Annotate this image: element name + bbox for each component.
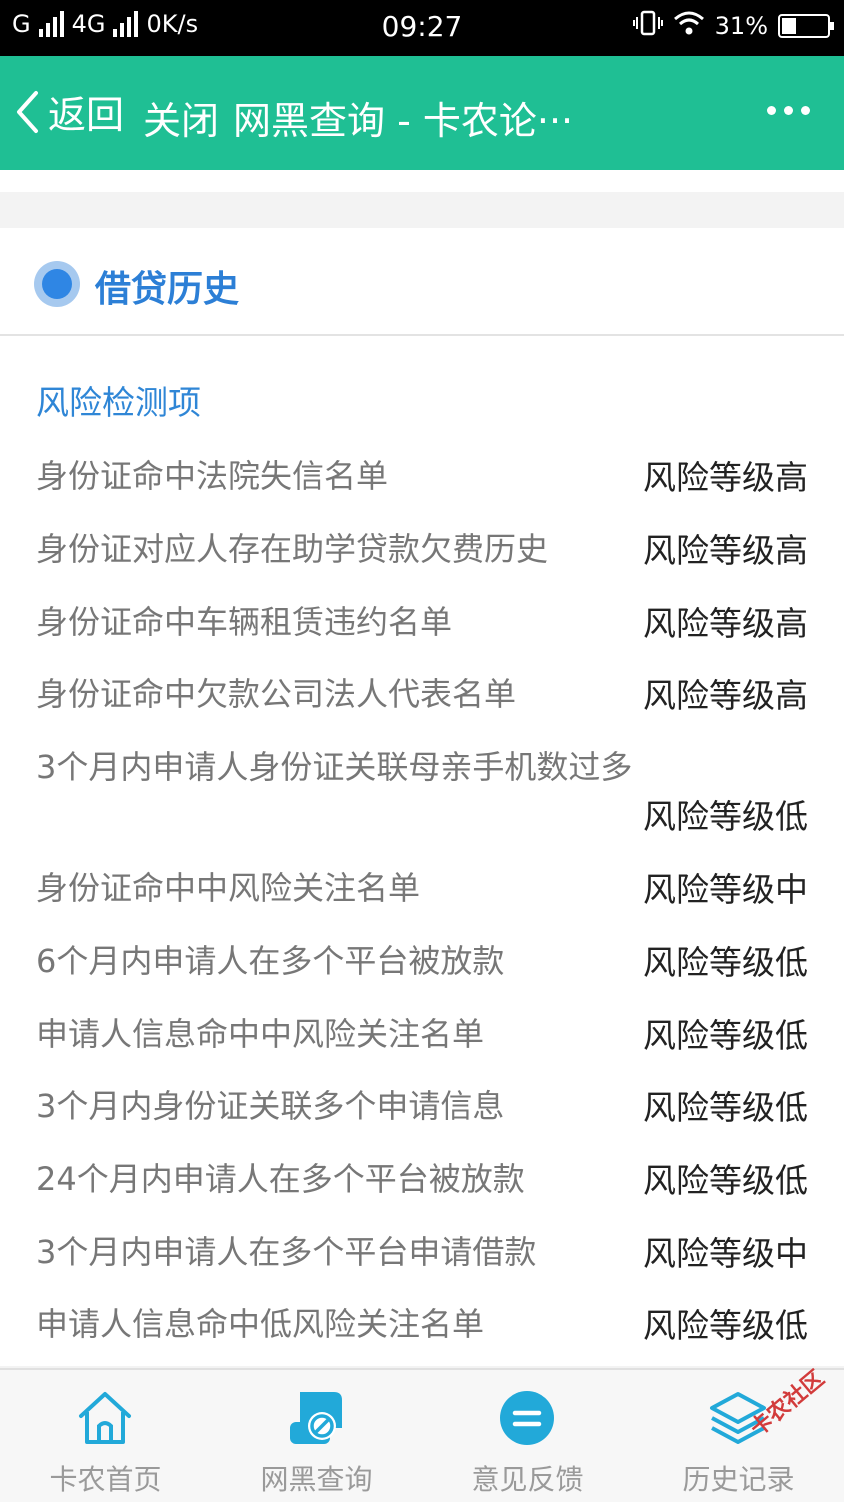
risk-list: 风险检测项 身份证命中法院失信名单 风险等级高 身份证对应人存在助学贷款欠费历史 风险… — [0, 336, 844, 1366]
risk-item-name: 申请人信息命中低风险关注名单 — [36, 1305, 485, 1343]
back-button[interactable]: 返回 — [14, 84, 124, 139]
risk-item-name: 6个月内申请人在多个平台被放款 — [36, 942, 505, 980]
bottom-nav: 卡农首页 网黑查询 意见反馈 历史记录 — [0, 1368, 844, 1502]
risk-item-name: 3个月内申请人在多个平台申请借款 — [36, 1233, 537, 1271]
page-title: 网黑查询 - 卡农论··· — [233, 99, 574, 143]
nav-label: 历史记录 — [682, 1463, 795, 1496]
risk-item-name: 身份证对应人存在助学贷款欠费历史 — [36, 530, 549, 568]
home-icon — [79, 1392, 131, 1444]
battery-fill — [782, 18, 796, 34]
risk-item-name: 身份证命中欠款公司法人代表名单 — [36, 675, 517, 713]
battery-icon — [778, 14, 834, 38]
nav-label: 网黑查询 — [260, 1463, 373, 1496]
nav-label: 卡农首页 — [49, 1463, 162, 1496]
risk-level: 风险等级高 — [643, 676, 808, 715]
risk-level: 风险等级中 — [643, 870, 808, 909]
bullet-dot-icon — [34, 261, 80, 307]
title-bar: 返回 关闭 网黑查询 - 卡农论··· — [0, 56, 844, 170]
feedback-icon — [500, 1391, 554, 1445]
loan-history-header: 借贷历史 — [0, 228, 844, 336]
blacklist-query-icon — [290, 1392, 342, 1444]
risk-level: 风险等级高 — [643, 604, 808, 643]
nav-feedback[interactable]: 意见反馈 — [422, 1370, 633, 1502]
risk-level: 风险等级低 — [643, 1306, 808, 1345]
risk-level: 风险等级低 — [643, 1161, 808, 1200]
nav-home[interactable]: 卡农首页 — [0, 1370, 211, 1502]
risk-item-name: 3个月内身份证关联多个申请信息 — [36, 1087, 505, 1125]
risk-level: 风险等级低 — [643, 1088, 808, 1127]
risk-level: 风险等级低 — [643, 1016, 808, 1055]
wifi-icon — [673, 10, 705, 42]
top-spacer — [0, 170, 844, 192]
more-dots-icon[interactable] — [767, 106, 810, 115]
nav-label: 意见反馈 — [471, 1463, 584, 1496]
card-title: 借贷历史 — [95, 269, 240, 310]
nav-blacklist-query[interactable]: 网黑查询 — [211, 1370, 422, 1502]
risk-item-name: 24个月内申请人在多个平台被放款 — [36, 1160, 525, 1198]
risk-level: 风险等级低 — [643, 943, 808, 982]
risk-level: 风险等级高 — [643, 531, 808, 570]
risk-level: 风险等级低 — [643, 797, 808, 836]
risk-level: 风险等级高 — [643, 458, 808, 497]
vibrate-icon — [632, 10, 663, 42]
status-right: 31% — [632, 10, 834, 42]
battery-percent: 31% — [714, 12, 768, 40]
risk-item-name: 申请人信息命中中风险关注名单 — [36, 1015, 485, 1053]
chevron-left-icon — [17, 90, 38, 133]
risk-item-name: 3个月内申请人身份证关联母亲手机数过多 — [36, 748, 633, 786]
section-title: 风险检测项 — [36, 383, 201, 422]
status-bar: G 4G 0K/s 09:27 31% — [0, 0, 844, 56]
risk-item-name: 身份证命中法院失信名单 — [36, 457, 389, 495]
risk-item-name: 身份证命中中风险关注名单 — [36, 869, 421, 907]
risk-item-name: 身份证命中车辆租赁违约名单 — [36, 603, 453, 641]
back-label: 返回 — [48, 93, 125, 137]
risk-level: 风险等级中 — [643, 1234, 808, 1273]
close-button[interactable]: 关闭 — [143, 90, 219, 145]
